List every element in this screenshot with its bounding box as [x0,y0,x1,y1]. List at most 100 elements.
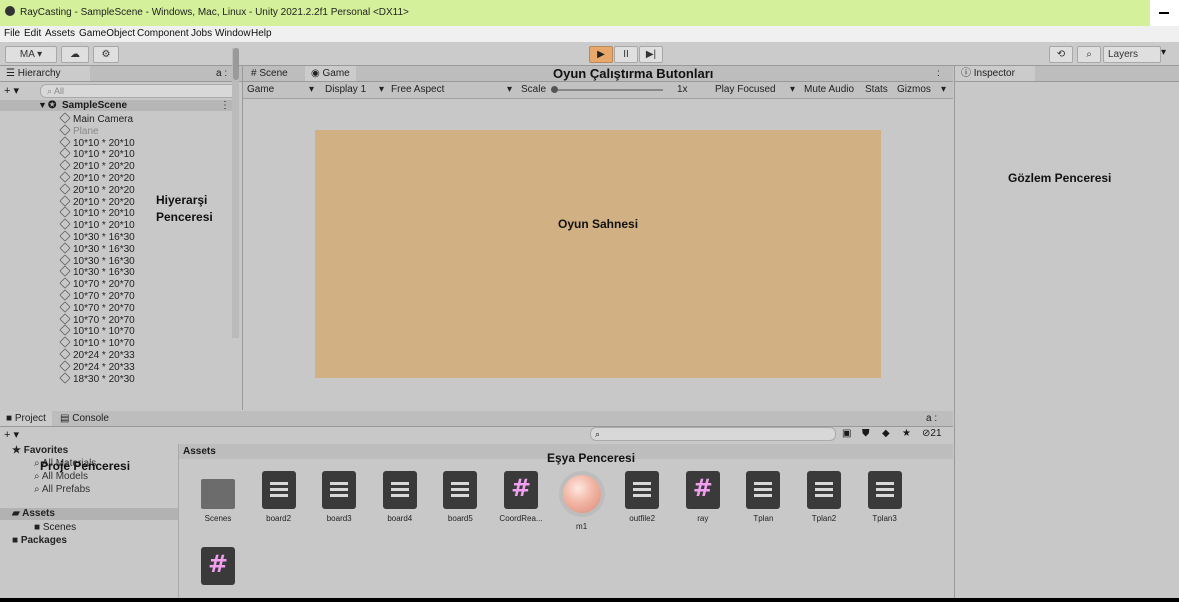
search-button[interactable]: ⌕ [1077,46,1101,63]
hierarchy-item[interactable]: 10*30 * 16*30 [59,253,135,267]
scale-slider-track[interactable] [553,89,663,91]
scale-slider-handle[interactable] [551,86,558,93]
hierarchy-item[interactable]: 10*70 * 20*70 [59,277,135,290]
tree-folder-scenes[interactable]: ■ Scenes [34,522,76,533]
hierarchy-item[interactable]: 10*10 * 20*10 [59,206,135,220]
hierarchy-item[interactable]: 10*30 * 16*30 [59,230,135,243]
assets-tree-row[interactable]: ▰ Assets [0,508,178,520]
layers-arrow-icon[interactable]: ▾ [1161,47,1166,58]
project-lock-icon[interactable]: a : [926,413,937,424]
hierarchy-item[interactable]: 10*10 * 20*10 [59,147,135,160]
star-icon[interactable]: ★ [902,428,911,439]
menu-assets[interactable]: Assets [45,28,75,39]
tree-packages[interactable]: ■ Packages [12,535,67,546]
game-menu-icon[interactable]: : [937,68,940,79]
hierarchy-item[interactable]: 20*10 * 20*20 [59,194,135,208]
hierarchy-item[interactable]: 10*70 * 20*70 [59,289,135,302]
asset-item[interactable]: # [193,547,243,590]
hierarchy-item[interactable]: 10*30 * 16*30 [59,265,135,278]
cloud-button[interactable]: ☁ [61,46,89,63]
play-focused-dropdown[interactable]: Play Focused [715,84,776,95]
hierarchy-item[interactable]: 18*30 * 20*30 [59,371,135,385]
stats-toggle[interactable]: Stats [865,84,888,95]
chevron-down-icon[interactable]: ▾ [379,84,384,95]
pause-button[interactable]: II [614,46,638,63]
gizmos-dropdown[interactable]: Gizmos [897,84,931,95]
step-button[interactable]: ▶| [639,46,663,63]
minimize-button[interactable] [1150,0,1179,26]
filter-label-icon[interactable]: ⛊ [862,428,870,439]
hierarchy-lock-icon[interactable]: a : [216,68,227,79]
tab-game[interactable]: ◉ Game [305,66,356,81]
favorite-item[interactable]: ⌕ All Prefabs [34,484,90,495]
tab-inspector[interactable]: ⓘ Inspector [955,66,1035,81]
project-search-input[interactable]: ⌕ [590,427,836,441]
account-dropdown[interactable]: MA ▾ [5,46,57,63]
asset-item[interactable]: board4 [375,471,425,523]
asset-item[interactable]: board3 [314,471,364,523]
play-button[interactable]: ▶ [589,46,613,63]
mute-audio-toggle[interactable]: Mute Audio [804,84,854,95]
menu-jobs[interactable]: Jobs [191,28,212,39]
asset-item[interactable]: Tplan2 [799,471,849,523]
hierarchy-item[interactable]: 10*10 * 20*10 [59,218,135,231]
asset-item[interactable]: Scenes [193,471,243,523]
hierarchy-item-label: 10*10 * 20*10 [73,208,135,220]
hidden-count[interactable]: ⊘21 [922,428,942,439]
chevron-down-icon[interactable]: ▾ [507,84,512,95]
expand-arrow-icon[interactable]: ▼ [38,100,47,110]
display-dropdown[interactable]: Display 1 [325,84,366,95]
hierarchy-add-button[interactable]: + ▾ [4,84,19,97]
hierarchy-item[interactable]: 10*30 * 16*30 [59,242,135,255]
project-add-button[interactable]: + ▾ [4,428,19,441]
menu-edit[interactable]: Edit [24,28,41,39]
menu-component[interactable]: Component [137,28,189,39]
chevron-down-icon[interactable]: ▾ [309,84,314,95]
hierarchy-item[interactable]: Main Camera [59,112,133,125]
hierarchy-item[interactable]: 10*10 * 10*70 [59,336,135,349]
game-screen[interactable] [315,130,881,378]
asset-item[interactable]: board2 [254,471,304,523]
hierarchy-item[interactable]: 20*10 * 20*20 [59,159,135,172]
asset-item[interactable]: outfile2 [617,471,667,523]
aspect-dropdown[interactable]: Free Aspect [391,84,444,95]
menu-gameobject[interactable]: GameObject [79,28,135,39]
hierarchy-item[interactable]: 10*70 * 20*70 [59,301,135,314]
scene-menu-icon[interactable]: ⋮ [220,100,230,111]
hierarchy-item[interactable]: 10*10 * 20*10 [59,135,135,149]
tab-project[interactable]: ■ Project [0,411,52,426]
hierarchy-search-input[interactable]: ⌕ All [40,84,238,98]
hierarchy-item[interactable]: 20*24 * 20*33 [59,348,135,361]
asset-item[interactable]: Tplan3 [860,471,910,523]
hierarchy-item[interactable]: Plane [59,124,99,137]
tag-icon[interactable]: ◆ [882,428,890,439]
breadcrumb-assets[interactable]: Assets [183,446,216,457]
asset-item[interactable]: board5 [435,471,485,523]
asset-item[interactable]: m1 [557,471,607,531]
chevron-down-icon[interactable]: ▾ [790,84,795,95]
menu-help[interactable]: Help [251,28,272,39]
hierarchy-item[interactable]: 20*24 * 20*33 [59,360,135,373]
collab-button[interactable]: ⚙ [93,46,119,63]
asset-item[interactable]: # CoordRea... [496,471,546,523]
tab-scene[interactable]: # Scene [245,66,294,81]
undo-history-button[interactable]: ⟲ [1049,46,1073,63]
layers-dropdown[interactable]: Layers [1103,46,1161,63]
hierarchy-item[interactable]: 20*10 * 20*20 [59,183,135,196]
menu-file[interactable]: File [4,28,20,39]
hierarchy-item[interactable]: 10*70 * 20*70 [59,312,135,326]
tab-hierarchy[interactable]: ☰ Hierarchy [0,66,90,81]
hierarchy-item[interactable]: 10*10 * 10*70 [59,324,135,337]
chevron-down-icon[interactable]: ▾ [941,84,946,95]
display-mode-dropdown[interactable]: Game [247,84,274,95]
asset-item[interactable]: Tplan [738,471,788,523]
favorites-header[interactable]: ★ Favorites [12,445,68,456]
hierarchy-item[interactable]: 20*10 * 20*20 [59,171,135,184]
scene-row[interactable]: ▼ ✪ SampleScene ⋮ [0,100,232,111]
hierarchy-scroll-thumb[interactable] [233,48,239,80]
asset-item[interactable]: # ray [678,471,728,523]
tab-console[interactable]: ▤ Console [54,411,115,426]
menu-window[interactable]: Window [215,28,251,39]
filter-type-icon[interactable]: ▣ [842,428,851,439]
hierarchy-scrollbar[interactable] [232,48,239,338]
